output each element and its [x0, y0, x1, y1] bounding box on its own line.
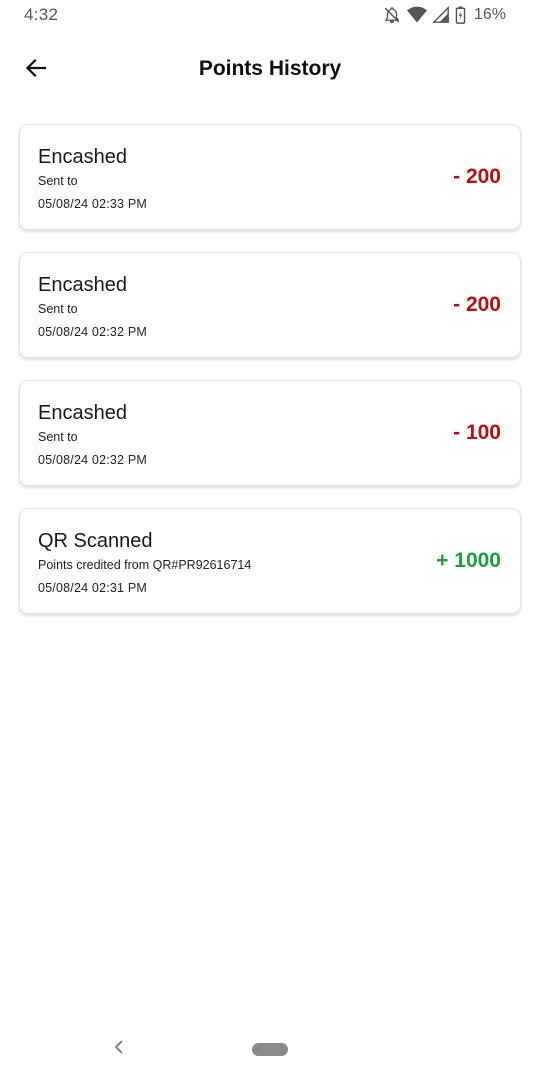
- history-item-title: Encashed: [38, 402, 127, 424]
- cellular-signal-icon: [432, 6, 449, 24]
- status-time: 4:32: [24, 5, 59, 24]
- notifications-off-icon: [383, 6, 401, 24]
- chevron-left-icon: [113, 1039, 125, 1060]
- system-navigation-bar: [0, 1030, 540, 1070]
- history-item-title: Encashed: [38, 146, 127, 168]
- battery-icon: [455, 6, 466, 24]
- history-item-points: - 100: [453, 421, 501, 444]
- history-item[interactable]: Encashed Sent to 05/08/24 02:32 PM - 100: [19, 380, 521, 486]
- app-bar: Points History: [0, 40, 540, 100]
- history-item-date: 05/08/24 02:32 PM: [38, 453, 148, 467]
- history-item-points: + 1000: [436, 549, 501, 572]
- history-item-subtitle: Sent to: [38, 174, 78, 188]
- status-icons: 16%: [383, 5, 506, 25]
- history-item-points: - 200: [453, 293, 501, 316]
- nav-back-button[interactable]: [108, 1038, 130, 1060]
- history-item-subtitle: Sent to: [38, 302, 78, 316]
- history-item-subtitle: Sent to: [38, 430, 78, 444]
- history-item[interactable]: Encashed Sent to 05/08/24 02:33 PM - 200: [19, 124, 521, 230]
- history-item[interactable]: QR Scanned Points credited from QR#PR926…: [19, 508, 521, 614]
- history-item-title: Encashed: [38, 274, 127, 296]
- points-history-list: Encashed Sent to 05/08/24 02:33 PM - 200…: [19, 124, 521, 636]
- history-item-title: QR Scanned: [38, 530, 153, 552]
- history-item-date: 05/08/24 02:31 PM: [38, 581, 148, 595]
- history-item[interactable]: Encashed Sent to 05/08/24 02:32 PM - 200: [19, 252, 521, 358]
- status-bar: 4:32 16%: [0, 0, 540, 30]
- history-item-date: 05/08/24 02:33 PM: [38, 197, 148, 211]
- home-pill-icon[interactable]: [252, 1043, 288, 1056]
- wifi-icon: [406, 6, 427, 24]
- page-title: Points History: [198, 57, 342, 80]
- history-item-date: 05/08/24 02:32 PM: [38, 325, 148, 339]
- history-item-points: - 200: [453, 165, 501, 188]
- history-item-subtitle: Points credited from QR#PR92616714: [38, 558, 252, 572]
- battery-percent: 16%: [473, 6, 506, 23]
